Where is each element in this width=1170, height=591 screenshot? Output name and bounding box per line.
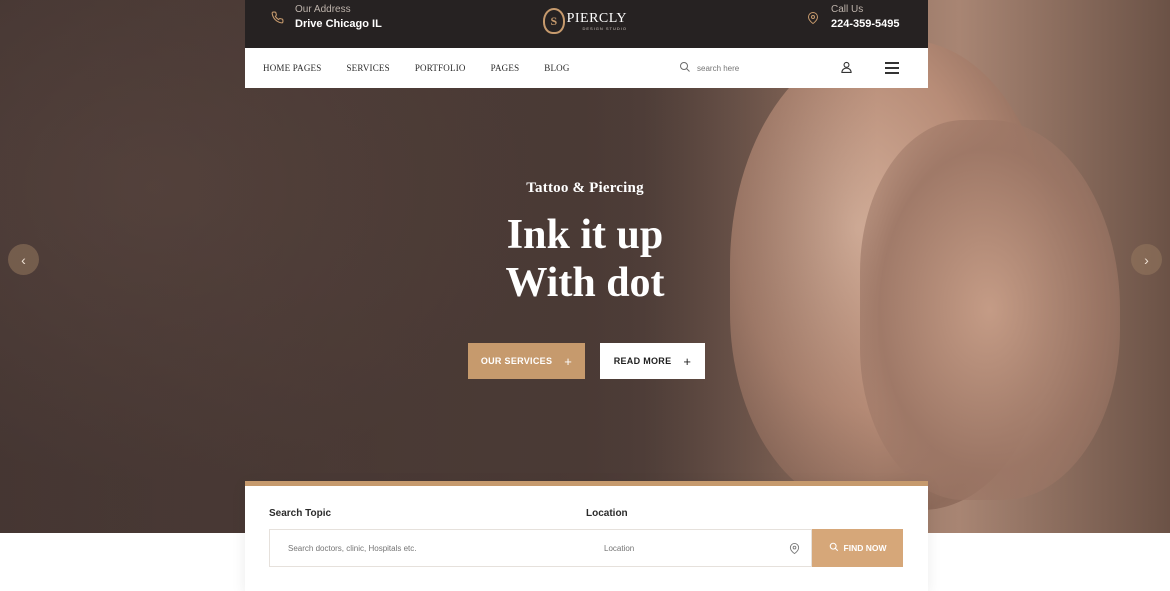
hero-eyebrow: Tattoo & Piercing bbox=[526, 180, 644, 196]
map-pin-icon bbox=[789, 542, 801, 556]
our-services-button[interactable]: OUR SERVICES + bbox=[468, 343, 585, 379]
find-now-button[interactable]: FIND NOW bbox=[812, 529, 903, 567]
chevron-left-icon: ‹ bbox=[21, 251, 26, 268]
location-input[interactable] bbox=[604, 543, 811, 553]
chevron-right-icon: › bbox=[1144, 251, 1149, 268]
hero-headline-line-1: Ink it up bbox=[506, 212, 664, 258]
nav-item-portfolio[interactable]: PORTFOLIO bbox=[415, 63, 466, 73]
nav-item-services[interactable]: SERVICES bbox=[346, 63, 389, 73]
our-services-label: OUR SERVICES bbox=[480, 356, 553, 366]
nav-links: HOME PAGES SERVICES PORTFOLIO PAGES BLOG bbox=[263, 48, 570, 88]
search-topic-input[interactable] bbox=[288, 543, 586, 553]
search-panel: Search Topic Location FIND NOW bbox=[245, 481, 928, 591]
nav-item-pages[interactable]: PAGES bbox=[491, 63, 520, 73]
location-label: Location bbox=[586, 508, 628, 519]
hero-headline: Ink it up With dot bbox=[420, 211, 750, 307]
search-topic-field[interactable] bbox=[269, 529, 587, 567]
find-now-label: FIND NOW bbox=[843, 543, 887, 553]
hero-buttons: OUR SERVICES + READ MORE + bbox=[468, 343, 705, 379]
slider-next-button[interactable]: › bbox=[1131, 244, 1162, 275]
read-more-button[interactable]: READ MORE + bbox=[600, 343, 705, 379]
brand-logo[interactable]: S PIERCLY DESIGN STUDIO bbox=[543, 6, 627, 36]
main-nav: HOME PAGES SERVICES PORTFOLIO PAGES BLOG bbox=[245, 48, 928, 88]
plus-icon: + bbox=[564, 353, 573, 369]
top-info-bar: Our Address Drive Chicago IL S PIERCLY D… bbox=[245, 0, 928, 48]
call-value[interactable]: 224-359-5495 bbox=[831, 16, 900, 32]
nav-search-input[interactable] bbox=[697, 63, 807, 73]
location-field[interactable] bbox=[586, 529, 812, 567]
nav-item-home-pages[interactable]: HOME PAGES bbox=[263, 63, 321, 73]
hero-content: Tattoo & Piercing Ink it up With dot bbox=[420, 180, 750, 307]
address-value: Drive Chicago IL bbox=[295, 18, 382, 30]
user-icon[interactable] bbox=[840, 60, 854, 76]
logo-text: PIERCLY bbox=[566, 10, 627, 26]
call-label: Call Us bbox=[831, 4, 864, 15]
address-block: Our Address Drive Chicago IL bbox=[269, 4, 382, 32]
page: ‹ › Our Address Drive Chicago IL S PIERC… bbox=[0, 0, 1170, 591]
address-label: Our Address bbox=[295, 4, 351, 15]
logo-subtitle: DESIGN STUDIO bbox=[582, 25, 627, 31]
search-topic-label: Search Topic bbox=[269, 508, 332, 519]
plus-icon: + bbox=[683, 353, 692, 369]
nav-search bbox=[679, 60, 807, 76]
search-icon[interactable] bbox=[679, 61, 691, 76]
hero-headline-line-2: With dot bbox=[505, 260, 665, 306]
logo-mark-icon: S bbox=[543, 8, 565, 34]
menu-icon[interactable] bbox=[885, 62, 899, 74]
map-pin-icon bbox=[805, 11, 821, 27]
slider-prev-button[interactable]: ‹ bbox=[8, 244, 39, 275]
search-icon bbox=[829, 542, 839, 554]
read-more-label: READ MORE bbox=[613, 356, 672, 366]
phone-icon bbox=[269, 11, 285, 27]
call-block: Call Us 224-359-5495 bbox=[805, 4, 900, 32]
nav-item-blog[interactable]: BLOG bbox=[544, 63, 569, 73]
